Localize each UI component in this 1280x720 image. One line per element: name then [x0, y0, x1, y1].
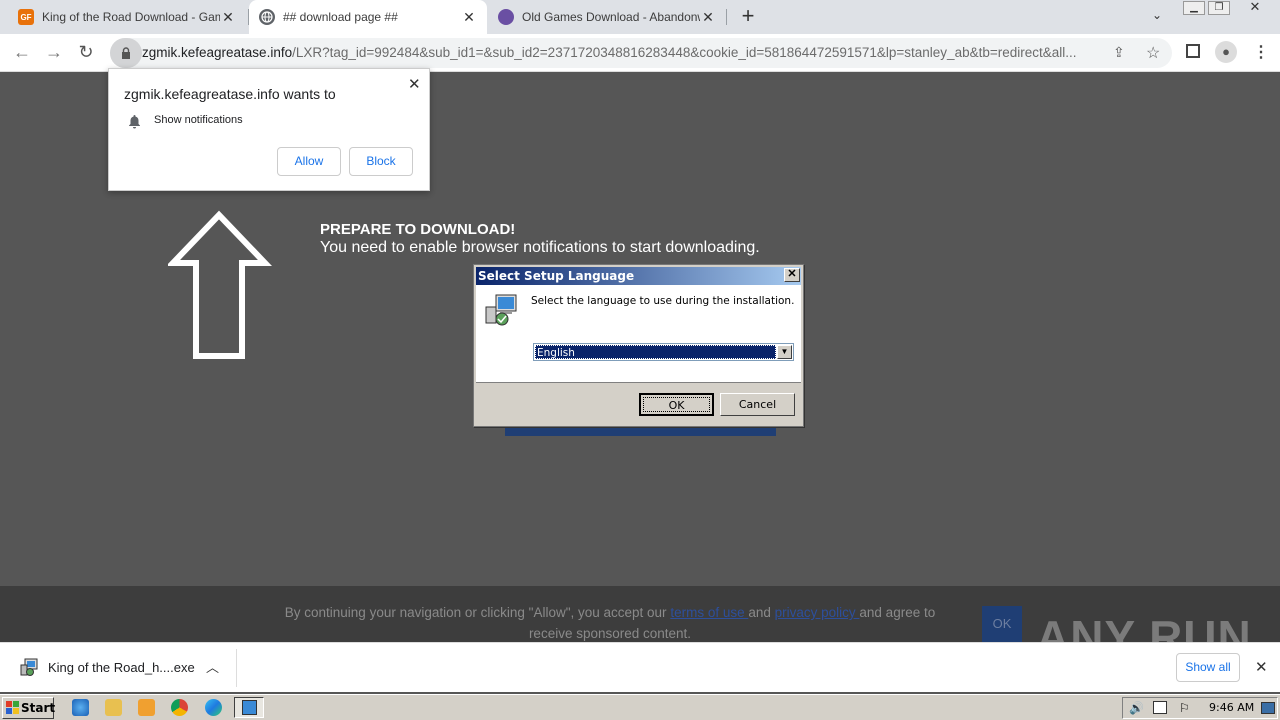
back-button[interactable]: ← [10, 42, 34, 64]
chrome-icon[interactable] [171, 699, 188, 716]
system-tray: 🔊 ⚐ 9:46 AM [1122, 697, 1278, 719]
dialog-divider [476, 382, 801, 383]
close-shelf-icon[interactable]: ✕ [1255, 658, 1268, 676]
abandonware-icon [498, 9, 514, 25]
url-host: zgmik.kefeagreatase.info [142, 45, 293, 60]
action-center-flag-icon[interactable]: ⚐ [1179, 701, 1190, 715]
close-tab-icon[interactable]: ✕ [461, 9, 477, 26]
consent-before: By continuing your navigation or clickin… [284, 605, 671, 620]
network-icon[interactable] [1153, 701, 1167, 714]
clock[interactable]: 9:46 AM [1209, 701, 1254, 714]
tab-abandonware[interactable]: Old Games Download - Abandonware ✕ [488, 0, 726, 34]
show-all-button[interactable]: Show all [1176, 653, 1240, 682]
url-path: /LXR?tag_id=992484&sub_id1=&sub_id2=2371… [292, 45, 1077, 60]
download-item-name[interactable]: King of the Road_h....exe [48, 660, 195, 675]
start-button[interactable]: Start [2, 697, 56, 719]
windows-taskbar: Start 🔊 ⚐ 9:46 AM [0, 694, 1280, 720]
bell-icon [129, 115, 140, 129]
tab-title: Old Games Download - Abandonware [522, 10, 700, 24]
installer-file-icon [20, 658, 38, 676]
media-player-icon[interactable] [138, 699, 155, 716]
setup-language-dialog: Select Setup Language ✕ Select the langu… [473, 264, 804, 427]
dialog-message: Select the language to use during the in… [531, 295, 795, 307]
restore-button[interactable]: ❐ [1208, 1, 1230, 15]
bookmark-star-icon[interactable]: ☆ [1146, 43, 1160, 63]
share-icon[interactable]: ⇪ [1113, 44, 1125, 61]
language-select-value: English [535, 345, 776, 359]
block-button[interactable]: Block [349, 147, 413, 176]
forward-button[interactable]: → [42, 42, 66, 64]
menu-kebab-icon[interactable]: ⋮ [1253, 42, 1269, 62]
dialog-title: Select Setup Language [476, 267, 801, 285]
internet-explorer-icon[interactable] [72, 699, 89, 716]
chevron-up-icon[interactable]: ︿ [206, 657, 219, 676]
browser-toolbar: ← → ↻ zgmik.kefeagreatase.info/LXR?tag_i… [0, 34, 1280, 72]
gamefabrique-icon: GF [18, 9, 34, 25]
divider [236, 649, 237, 687]
up-arrow-graphic [168, 210, 272, 359]
close-icon[interactable]: ✕ [408, 75, 421, 93]
allow-button[interactable]: Allow [277, 147, 341, 176]
close-window-button[interactable]: ✕ [1240, 0, 1270, 15]
notification-permission-prompt: zgmik.kefeagreatase.info wants to ✕ Show… [108, 68, 430, 191]
lock-icon [122, 47, 130, 59]
page-headline: PREPARE TO DOWNLOAD! [320, 221, 516, 238]
tab-title: ## download page ## [283, 10, 398, 24]
volume-icon[interactable]: 🔊 [1129, 701, 1144, 715]
edge-icon[interactable] [205, 699, 222, 716]
globe-icon [259, 9, 275, 25]
ok-button[interactable]: OK [639, 393, 714, 416]
consent-text: By continuing your navigation or clickin… [270, 602, 950, 644]
language-select[interactable]: English ▼ [533, 343, 794, 361]
page-subline: You need to enable browser notifications… [320, 239, 760, 256]
permission-label: Show notifications [154, 114, 243, 126]
installer-icon [242, 700, 257, 715]
dropdown-arrow-icon[interactable]: ▼ [777, 345, 792, 359]
cancel-button[interactable]: Cancel [720, 393, 795, 416]
site-info-button[interactable] [110, 38, 142, 68]
windows-logo-icon [6, 701, 19, 714]
show-desktop-icon[interactable] [1261, 702, 1275, 714]
new-tab-button[interactable]: + [736, 5, 760, 29]
setup-taskbar-item[interactable] [234, 697, 264, 718]
privacy-policy-link[interactable]: privacy policy [775, 605, 860, 620]
dialog-body: Select the language to use during the in… [476, 285, 801, 382]
download-shelf: King of the Road_h....exe ︿ Show all ✕ [0, 642, 1280, 692]
tab-gamefabrique[interactable]: GF King of the Road Download - GameF ✕ [8, 0, 246, 34]
close-tab-icon[interactable]: ✕ [700, 9, 716, 26]
tab-strip: GF King of the Road Download - GameF ✕ #… [0, 0, 1280, 34]
tab-title: King of the Road Download - GameF [42, 10, 220, 24]
file-explorer-icon[interactable] [105, 699, 122, 716]
consent-ok-button[interactable]: OK [982, 606, 1022, 642]
reload-button[interactable]: ↻ [74, 42, 98, 64]
setup-computer-icon [485, 294, 517, 326]
profile-avatar-icon[interactable]: ● [1215, 41, 1237, 63]
terms-of-use-link[interactable]: terms of use [670, 605, 748, 620]
start-label: Start [21, 701, 56, 715]
minimize-button[interactable]: ▁ [1183, 1, 1205, 15]
address-bar[interactable]: zgmik.kefeagreatase.info/LXR?tag_id=9924… [110, 38, 1172, 68]
dialog-close-button[interactable]: ✕ [784, 268, 800, 282]
tab-separator [726, 9, 727, 25]
tab-search-chevron-icon[interactable]: ⌄ [1152, 8, 1162, 22]
url-text[interactable]: zgmik.kefeagreatase.info/LXR?tag_id=9924… [142, 45, 1102, 60]
side-panel-icon[interactable] [1186, 44, 1200, 58]
consent-mid: and [748, 605, 775, 620]
prompt-title: zgmik.kefeagreatase.info wants to [124, 86, 336, 102]
tab-download-page[interactable]: ## download page ## ✕ [249, 0, 487, 34]
close-tab-icon[interactable]: ✕ [220, 9, 236, 26]
